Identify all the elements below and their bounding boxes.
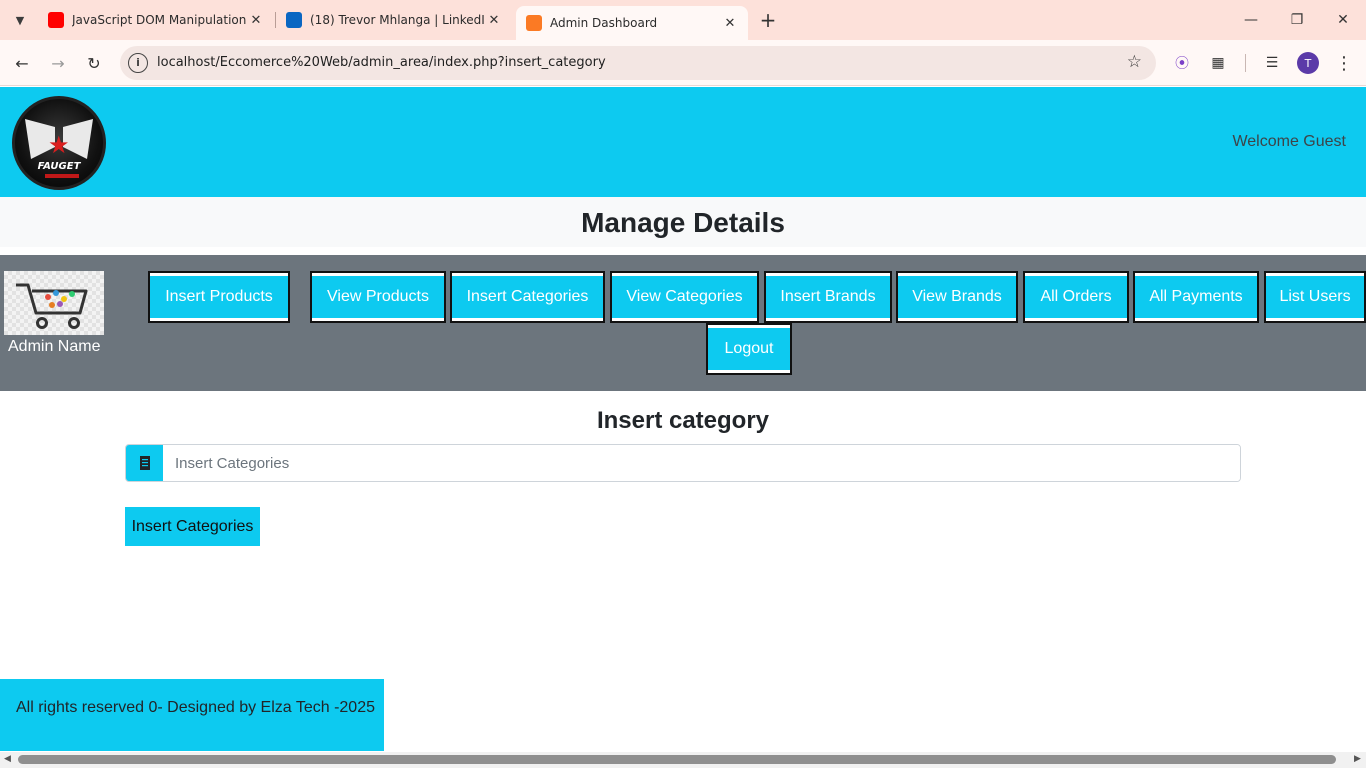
close-icon[interactable]: ✕ — [720, 13, 740, 33]
back-icon[interactable]: ← — [10, 51, 34, 75]
insert-categories-submit-button[interactable]: Insert Categories — [125, 507, 260, 546]
footer: All rights reserved 0- Designed by Elza … — [0, 679, 384, 751]
view-products-button[interactable]: View Products — [310, 271, 446, 323]
view-categories-button[interactable]: View Categories — [610, 271, 759, 323]
menu-kebab-icon[interactable]: ⋮ — [1333, 52, 1355, 74]
page-title: Manage Details — [581, 207, 785, 238]
tab-admin-dashboard[interactable]: Admin Dashboard ✕ — [516, 6, 748, 40]
scroll-right-icon[interactable]: ▶ — [1354, 754, 1361, 764]
close-icon[interactable]: ✕ — [246, 10, 266, 30]
manage-details-banner: Manage Details — [0, 197, 1366, 247]
admin-nav-bar: Admin Name Insert Products View Products… — [0, 255, 1366, 391]
scrollbar-thumb[interactable] — [18, 755, 1336, 764]
profile-avatar[interactable]: T — [1297, 52, 1319, 74]
site-info-icon[interactable]: i — [128, 53, 148, 73]
minimize-icon[interactable]: — — [1228, 0, 1274, 40]
new-tab-button[interactable]: + — [756, 8, 780, 32]
tab-title: Admin Dashboard — [550, 16, 658, 30]
youtube-icon — [48, 12, 64, 28]
browser-toolbar: ← → ↻ i localhost/Eccomerce%20Web/admin_… — [0, 40, 1366, 86]
horizontal-scrollbar[interactable]: ◀ ▶ — [0, 752, 1366, 768]
category-title-input[interactable] — [163, 445, 1240, 481]
address-bar[interactable]: i localhost/Eccomerce%20Web/admin_area/i… — [120, 46, 1156, 80]
insert-categories-button[interactable]: Insert Categories — [450, 271, 605, 323]
all-orders-button[interactable]: All Orders — [1023, 271, 1129, 323]
insert-brands-button[interactable]: Insert Brands — [764, 271, 892, 323]
category-input-group — [125, 444, 1241, 482]
tab-search-chevron-icon[interactable]: ▼ — [8, 8, 32, 32]
xampp-icon — [526, 15, 542, 31]
linkedin-icon — [286, 12, 302, 28]
tab-title: JavaScript DOM Manipulation F — [72, 13, 246, 27]
tab-title: (18) Trevor Mhlanga | LinkedIn — [310, 13, 484, 27]
media-control-icon[interactable]: ☰ — [1261, 52, 1283, 74]
reload-icon[interactable]: ↻ — [82, 51, 106, 75]
site-logo[interactable]: ★ FAUGET — [12, 96, 106, 190]
restore-icon[interactable]: ❐ — [1274, 0, 1320, 40]
close-icon[interactable]: ✕ — [484, 10, 504, 30]
form-title: Insert category — [596, 407, 770, 434]
logo-star-icon: ★ — [48, 131, 70, 159]
bookmark-star-icon[interactable]: ☆ — [1127, 52, 1142, 72]
logo-banner — [45, 174, 79, 178]
close-window-icon[interactable]: ✕ — [1320, 0, 1366, 40]
browser-tab-bar: ▼ JavaScript DOM Manipulation F ✕ (18) T… — [0, 0, 1366, 40]
admin-avatar — [4, 271, 104, 335]
tab-youtube[interactable]: JavaScript DOM Manipulation F ✕ — [38, 6, 274, 34]
logo-text: FAUGET — [37, 161, 81, 172]
list-users-button[interactable]: List Users — [1264, 271, 1366, 323]
logout-button[interactable]: Logout — [706, 323, 792, 375]
insert-products-button[interactable]: Insert Products — [148, 271, 290, 323]
site-header: ★ FAUGET Welcome Guest — [0, 87, 1366, 197]
receipt-icon — [126, 445, 163, 481]
view-brands-button[interactable]: View Brands — [896, 271, 1018, 323]
scroll-left-icon[interactable]: ◀ — [4, 754, 11, 764]
toolbar-divider — [1245, 54, 1246, 72]
tab-linkedin[interactable]: (18) Trevor Mhlanga | LinkedIn ✕ — [276, 6, 512, 34]
welcome-text[interactable]: Welcome Guest — [1232, 133, 1346, 151]
forward-icon[interactable]: → — [46, 51, 70, 75]
all-payments-button[interactable]: All Payments — [1133, 271, 1259, 323]
admin-name: Admin Name — [8, 338, 101, 355]
url-text[interactable]: localhost/Eccomerce%20Web/admin_area/ind… — [157, 55, 606, 70]
extensions-icon[interactable]: ▦ — [1207, 52, 1229, 74]
cart-icon — [16, 283, 88, 329]
broadcast-icon[interactable]: ⦿ — [1171, 52, 1193, 74]
footer-text: All rights reserved 0- Designed by Elza … — [16, 699, 375, 716]
